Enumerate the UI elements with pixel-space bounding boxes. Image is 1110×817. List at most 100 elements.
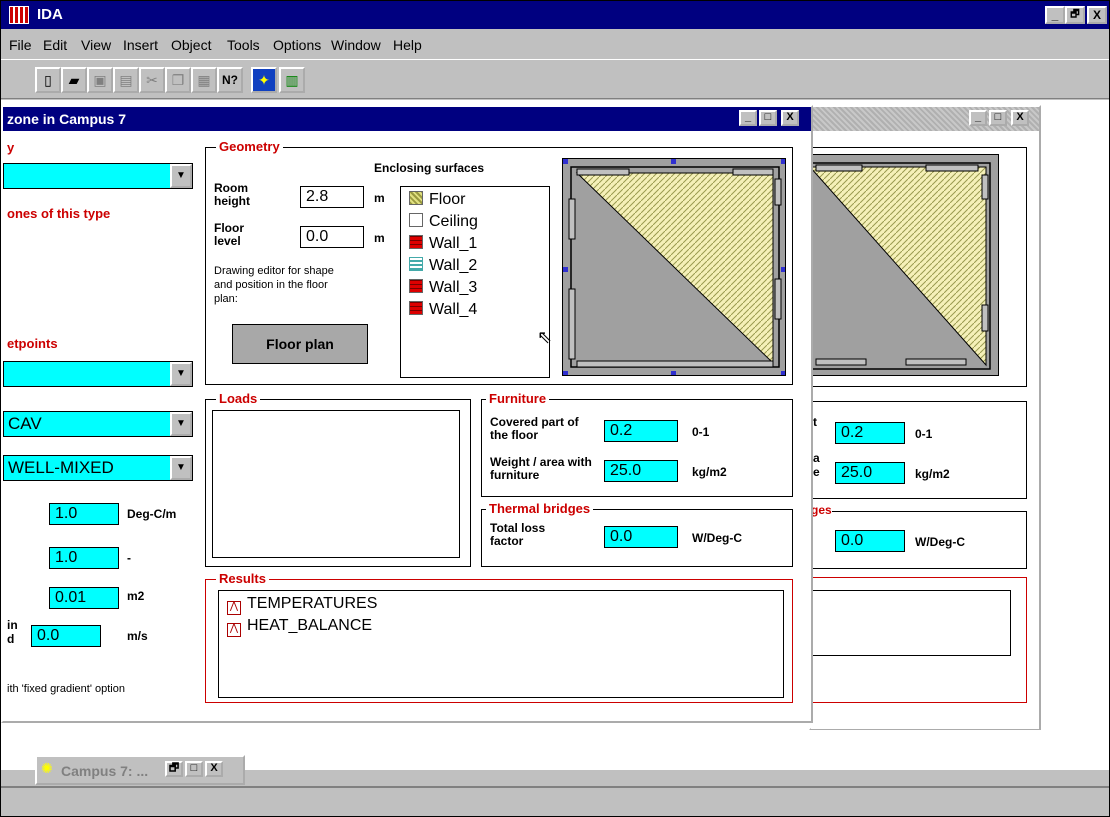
weight-area-field[interactable]: 25.0 (604, 460, 678, 482)
resize-handle[interactable] (563, 267, 568, 272)
room-height-label: Room height (214, 181, 250, 208)
floor-level-label: Floor level (214, 221, 244, 248)
factor-field[interactable]: 1.0 (49, 547, 119, 569)
menu-options[interactable]: Options (273, 37, 321, 53)
open-folder-icon[interactable]: ▰ (61, 67, 87, 93)
menu-edit[interactable]: Edit (43, 37, 67, 53)
enclosing-surfaces-list[interactable]: Floor Ceiling Wall_1 Wall_2 Wall_3 Wall_… (400, 186, 552, 378)
new-file-icon[interactable]: ▯ (35, 67, 61, 93)
loads-list[interactable] (212, 410, 460, 558)
chevron-down-icon[interactable]: ▼ (170, 456, 192, 480)
floor-plan-drawing[interactable] (562, 158, 786, 376)
list-item[interactable]: ⋀ HEAT_BALANCE (227, 615, 372, 637)
menu-view[interactable]: View (81, 37, 111, 53)
chevron-down-icon[interactable]: ▼ (170, 164, 192, 188)
resize-handle[interactable] (671, 371, 676, 375)
floor-plan-button[interactable]: Floor plan (232, 324, 368, 364)
furniture-label: Furniture (486, 391, 550, 406)
air-model-value: WELL-MIXED (8, 458, 114, 477)
gradient-field[interactable]: 1.0 (49, 503, 119, 525)
menu-tools[interactable]: Tools (227, 37, 260, 53)
app-close-button[interactable]: X (1087, 6, 1107, 24)
background-zone-window[interactable]: _ □ X t 0.2 0-1 a e 25.0 kg/m2 ges 0.0 W… (805, 105, 1041, 730)
bg-weight-unit: kg/m2 (915, 467, 950, 481)
thermal-bridges-group: Thermal bridges Total loss factor 0.0 W/… (481, 501, 793, 567)
tile-windows-icon[interactable]: ✦ (251, 67, 277, 93)
bg-weight-field[interactable]: 25.0 (835, 462, 905, 484)
list-item[interactable]: Wall_2 (409, 255, 477, 277)
status-bar (1, 786, 1109, 816)
zone-minimize-button[interactable]: _ (739, 110, 757, 126)
app-minimize-button[interactable]: _ (1045, 6, 1065, 24)
bg-floor-plan-drawing[interactable] (805, 154, 999, 376)
list-item[interactable]: Wall_1 (409, 233, 477, 255)
bg-results-list[interactable] (807, 590, 1011, 656)
restore-button[interactable]: 🗗 (165, 761, 183, 777)
list-item[interactable]: Wall_3 (409, 277, 477, 299)
zone-maximize-button[interactable]: □ (759, 110, 777, 126)
menu-object[interactable]: Object (171, 37, 211, 53)
app-icon[interactable] (9, 6, 29, 24)
bg-covered-field[interactable]: 0.2 (835, 422, 905, 444)
list-item[interactable]: Wall_4 (409, 299, 477, 321)
app-maximize-button[interactable]: 🗗 (1065, 6, 1085, 24)
air-model-dropdown[interactable]: WELL-MIXED ▼ (3, 455, 193, 481)
chevron-down-icon[interactable]: ▼ (170, 412, 192, 436)
paste-icon[interactable]: ▦ (191, 67, 217, 93)
drawing-editor-note: Drawing editor for shape and position in… (214, 265, 334, 305)
room-height-field[interactable]: 2.8 (300, 186, 364, 208)
minimized-campus-window[interactable]: ✺ Campus 7: ... 🗗 □ X (35, 755, 245, 785)
cascade-windows-icon[interactable]: ▥ (279, 67, 305, 93)
resize-handle[interactable] (563, 371, 568, 375)
menu-bar: File Edit View Insert Object Tools Optio… (1, 29, 1109, 59)
zones-of-type-heading: ones of this type (7, 206, 111, 221)
velocity-label-a: in (7, 618, 18, 632)
zone-type-dropdown[interactable]: ▼ (3, 163, 193, 189)
weight-area-unit: kg/m2 (692, 465, 727, 479)
bg-geometry-group (805, 147, 1027, 387)
bg-maximize-button[interactable]: □ (989, 110, 1007, 126)
covered-part-label: Covered part of the floor (490, 415, 579, 442)
menu-window[interactable]: Window (331, 37, 381, 53)
resize-handle[interactable] (563, 159, 568, 164)
close-button[interactable]: X (205, 761, 223, 777)
bg-loss-field[interactable]: 0.0 (835, 530, 905, 552)
ventilation-value: CAV (8, 414, 42, 433)
menu-file[interactable]: File (9, 37, 32, 53)
velocity-field[interactable]: 0.0 (31, 625, 101, 647)
area-field[interactable]: 0.01 (49, 587, 119, 609)
total-loss-field[interactable]: 0.0 (604, 526, 678, 548)
list-item[interactable]: Ceiling (409, 211, 478, 233)
menu-insert[interactable]: Insert (123, 37, 158, 53)
chart-icon: ⋀ (227, 601, 241, 615)
zone-close-button[interactable]: X (781, 110, 799, 126)
resize-handle[interactable] (781, 159, 785, 164)
floor-level-field[interactable]: 0.0 (300, 226, 364, 248)
chevron-down-icon[interactable]: ▼ (170, 362, 192, 386)
thermal-bridges-label: Thermal bridges (486, 501, 594, 516)
covered-part-unit: 0-1 (692, 425, 710, 439)
save-icon[interactable]: ▣ (87, 67, 113, 93)
print-icon[interactable]: ▤ (113, 67, 139, 93)
list-item[interactable]: ⋀ TEMPERATURES (227, 593, 377, 615)
help-cursor-icon[interactable]: N? (217, 67, 243, 93)
setpoints-dropdown[interactable]: ▼ (3, 361, 193, 387)
resize-handle[interactable] (671, 159, 676, 164)
resize-handle[interactable] (781, 371, 785, 375)
copy-icon[interactable]: ❐ (165, 67, 191, 93)
ventilation-dropdown[interactable]: CAV ▼ (3, 411, 193, 437)
app-title: IDA (37, 6, 63, 23)
minimized-window-title: Campus 7: ... (61, 763, 149, 779)
covered-part-field[interactable]: 0.2 (604, 420, 678, 442)
resize-handle[interactable] (781, 267, 785, 272)
menu-help[interactable]: Help (393, 37, 422, 53)
results-list[interactable]: ⋀ TEMPERATURES ⋀ HEAT_BALANCE (218, 590, 784, 698)
bg-minimize-button[interactable]: _ (969, 110, 987, 126)
cut-icon[interactable]: ✂ (139, 67, 165, 93)
maximize-button[interactable]: □ (185, 761, 203, 777)
zone-window[interactable]: zone in Campus 7 _ □ X y ▼ ones of this … (1, 105, 813, 723)
ceiling-icon (409, 213, 423, 227)
velocity-label-b: d (7, 632, 15, 646)
bg-close-button[interactable]: X (1011, 110, 1029, 126)
list-item[interactable]: Floor (409, 189, 465, 211)
